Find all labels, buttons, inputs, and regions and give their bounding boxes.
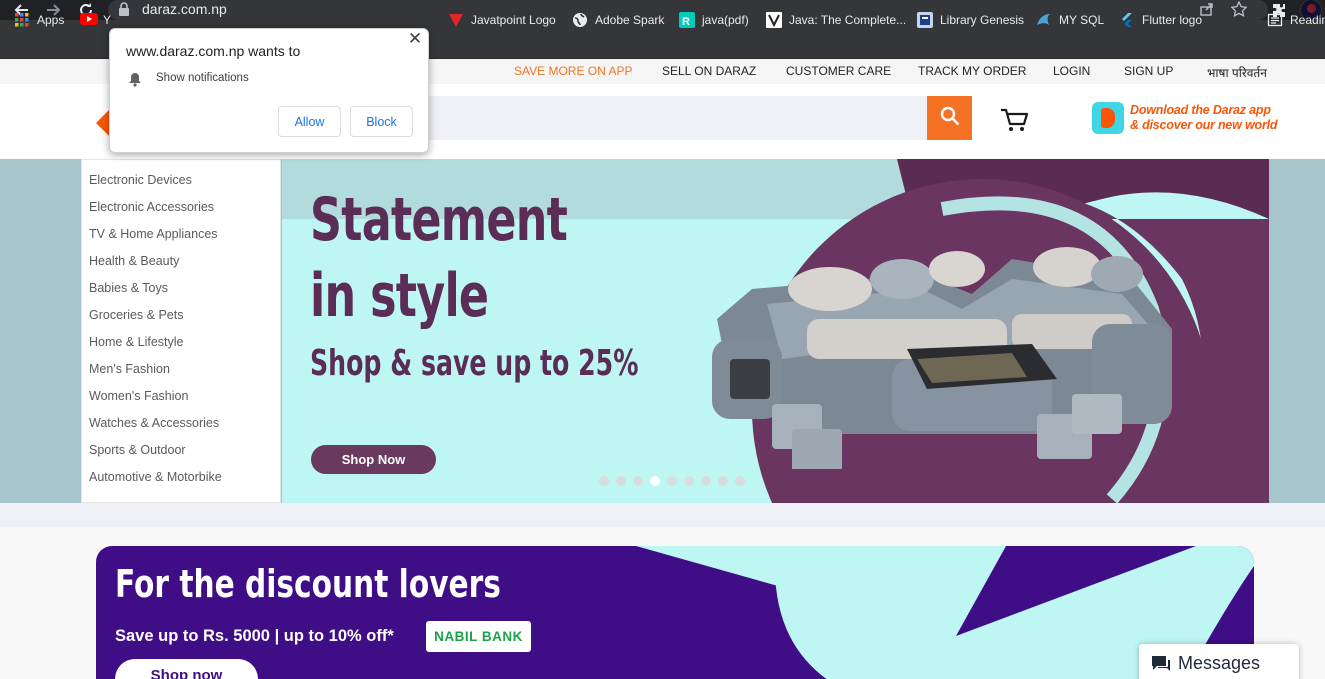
hero-banner[interactable]: Statement in style Shop & save up to 25%… bbox=[282, 159, 1269, 503]
category-tv-home-appliances[interactable]: TV & Home Appliances bbox=[89, 227, 218, 241]
dialog-title: www.daraz.com.np wants to bbox=[126, 43, 301, 59]
globe-icon bbox=[572, 12, 588, 28]
bookmark-label: Library Genesis bbox=[940, 13, 1025, 27]
bookmark-flutter[interactable]: Flutter logo bbox=[1119, 11, 1202, 29]
carousel-dot[interactable] bbox=[599, 476, 609, 486]
cart-icon[interactable] bbox=[999, 106, 1029, 134]
block-button[interactable]: Block bbox=[350, 106, 413, 137]
reading-list-icon bbox=[1267, 12, 1283, 28]
search-icon bbox=[940, 106, 960, 131]
nabil-bank-logo: NABIL BANK bbox=[426, 621, 531, 652]
page-root: daraz.com.np Apps Y Javatpoint Logo Adob… bbox=[0, 0, 1325, 679]
category-home-lifestyle[interactable]: Home & Lifestyle bbox=[89, 335, 183, 349]
link-login[interactable]: LOGIN bbox=[1053, 64, 1090, 78]
bell-icon bbox=[128, 72, 142, 87]
svg-text:R: R bbox=[682, 16, 690, 28]
notification-permission-dialog: www.daraz.com.np wants to ✕ Show notific… bbox=[109, 28, 429, 153]
bookmark-label: Apps bbox=[37, 13, 65, 27]
category-health-beauty[interactable]: Health & Beauty bbox=[89, 254, 179, 268]
bookmark-reading-list[interactable]: Readin bbox=[1267, 11, 1325, 29]
category-automotive-motorbike[interactable]: Automotive & Motorbike bbox=[89, 470, 222, 484]
carousel-dot[interactable] bbox=[616, 476, 626, 486]
v-icon bbox=[766, 12, 782, 28]
hero-subheadline: Shop & save up to 25% bbox=[310, 343, 639, 384]
daraz-logo[interactable] bbox=[96, 109, 110, 137]
close-icon[interactable]: ✕ bbox=[405, 29, 425, 49]
sofa-set-image bbox=[712, 247, 1172, 469]
hero-shop-now-button[interactable]: Shop Now bbox=[311, 445, 436, 474]
link-language-switch[interactable]: भाषा परिवर्तन bbox=[1207, 64, 1267, 81]
bookmark-java-pdf[interactable]: R java(pdf) bbox=[679, 11, 749, 29]
carousel-dot[interactable] bbox=[718, 476, 728, 486]
flutter-icon bbox=[1119, 12, 1135, 28]
youtube-icon bbox=[80, 12, 98, 28]
dialog-message: Show notifications bbox=[156, 72, 249, 84]
daraz-app-icon bbox=[1092, 102, 1124, 134]
bookmark-label: Y bbox=[103, 13, 112, 27]
carousel-dot-active[interactable] bbox=[650, 476, 660, 486]
discount-banner[interactable]: For the discount lovers Save up to Rs. 5… bbox=[96, 546, 1254, 679]
carousel-dot[interactable] bbox=[701, 476, 711, 486]
hero-headline-line1: Statement bbox=[310, 185, 568, 255]
messages-widget[interactable]: Messages bbox=[1139, 644, 1299, 679]
download-app-banner[interactable]: Download the Daraz app & discover our ne… bbox=[1092, 101, 1278, 135]
section-divider bbox=[0, 503, 1325, 527]
lock-icon[interactable] bbox=[118, 2, 130, 16]
category-mens-fashion[interactable]: Men's Fashion bbox=[89, 362, 170, 376]
bookmark-label: Adobe Spark bbox=[595, 13, 665, 27]
app-promo-line1: Download the Daraz app bbox=[1130, 103, 1271, 117]
bookmark-label: Java: The Complete... bbox=[789, 13, 907, 27]
messages-label: Messages bbox=[1178, 653, 1261, 673]
category-groceries-pets[interactable]: Groceries & Pets bbox=[89, 308, 183, 322]
category-sports-outdoor[interactable]: Sports & Outdoor bbox=[89, 443, 186, 457]
bookmark-javatpoint[interactable]: Javatpoint Logo bbox=[448, 11, 556, 29]
search-button[interactable] bbox=[927, 96, 972, 140]
allow-button[interactable]: Allow bbox=[278, 106, 341, 137]
bookmark-library-genesis[interactable]: Library Genesis bbox=[917, 11, 1024, 29]
bookmark-adobe-spark[interactable]: Adobe Spark bbox=[572, 11, 664, 29]
discount-heading: For the discount lovers bbox=[115, 562, 501, 606]
link-sign-up[interactable]: SIGN UP bbox=[1124, 64, 1173, 78]
library-icon bbox=[917, 12, 933, 28]
bookmark-label: Readin bbox=[1290, 13, 1325, 27]
carousel-dot[interactable] bbox=[735, 476, 745, 486]
carousel-dot[interactable] bbox=[633, 476, 643, 486]
link-sell-on-daraz[interactable]: SELL ON DARAZ bbox=[662, 64, 756, 78]
carousel-dot[interactable] bbox=[667, 476, 677, 486]
carousel-dots bbox=[599, 476, 745, 486]
bookmark-label: java(pdf) bbox=[702, 13, 749, 27]
link-customer-care[interactable]: CUSTOMER CARE bbox=[786, 64, 891, 78]
star-icon[interactable] bbox=[1230, 0, 1248, 21]
discount-subtext: Save up to Rs. 5000 | up to 10% off* bbox=[115, 627, 394, 645]
bookmark-label: Flutter logo bbox=[1142, 13, 1203, 27]
researchgate-icon: R bbox=[679, 12, 695, 28]
category-watches-accessories[interactable]: Watches & Accessories bbox=[89, 416, 219, 430]
mysql-icon bbox=[1036, 12, 1052, 28]
bookmark-java-complete[interactable]: Java: The Complete... bbox=[766, 11, 906, 29]
discount-shop-now-button[interactable]: Shop now bbox=[115, 659, 258, 679]
bookmark-label: Javatpoint Logo bbox=[471, 13, 556, 27]
category-electronic-accessories[interactable]: Electronic Accessories bbox=[89, 200, 214, 214]
chat-icon bbox=[1151, 655, 1171, 673]
carousel-dot[interactable] bbox=[684, 476, 694, 486]
search-input[interactable] bbox=[420, 96, 928, 140]
bookmark-mysql[interactable]: MY SQL bbox=[1036, 11, 1104, 29]
category-electronic-devices[interactable]: Electronic Devices bbox=[89, 173, 192, 187]
category-womens-fashion[interactable]: Women's Fashion bbox=[89, 389, 188, 403]
app-promo-line2: & discover our new world bbox=[1130, 118, 1278, 132]
category-babies-toys[interactable]: Babies & Toys bbox=[89, 281, 168, 295]
javatpoint-icon bbox=[448, 12, 464, 28]
url-text[interactable]: daraz.com.np bbox=[142, 1, 227, 18]
link-track-my-order[interactable]: TRACK MY ORDER bbox=[918, 64, 1026, 78]
bookmark-apps[interactable]: Apps bbox=[14, 11, 64, 29]
bookmark-label: MY SQL bbox=[1059, 13, 1105, 27]
bookmark-youtube[interactable]: Y bbox=[80, 11, 111, 29]
link-save-more-on-app[interactable]: SAVE MORE ON APP bbox=[514, 64, 632, 78]
apps-grid-icon bbox=[14, 12, 30, 28]
hero-headline-line2: in style bbox=[310, 261, 489, 331]
